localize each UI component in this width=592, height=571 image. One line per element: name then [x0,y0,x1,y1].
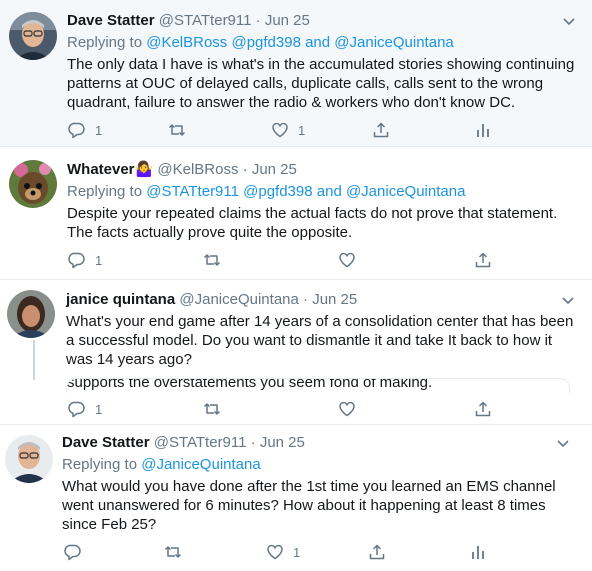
analytics-icon [472,546,484,559]
share-button[interactable] [474,400,492,418]
display-name[interactable]: Whatever [67,161,135,178]
like-count: 1 [298,122,306,138]
name-emoji: 🤷‍♀️ [134,161,154,178]
heart-icon [339,252,355,268]
reply-icon [68,252,85,269]
replying-to-link[interactable]: @KelBRoss @pgfd398 and @JaniceQuintana [146,34,454,51]
chevron-down-icon[interactable] [560,292,576,308]
reply-icon [68,122,85,139]
handle[interactable]: @KelBRoss [157,161,238,178]
tweet[interactable]: Whatever🤷‍♀️ @KelBRoss · Jun 25 Replying… [0,147,592,280]
separator: · [303,291,309,308]
tweet[interactable]: Dave Statter @STATter911 · Jun 25 Replyi… [0,425,592,571]
share-button[interactable] [368,543,386,561]
reply-count: 1 [95,252,103,268]
share-button[interactable] [372,121,390,139]
reply-icon [64,544,81,561]
thread-line [33,340,35,380]
replying-prefix: Replying to [62,456,138,473]
chevron-down-icon[interactable] [561,13,577,29]
chevron-down-icon[interactable] [555,435,571,451]
analytics-button[interactable] [474,121,492,139]
like-count: 1 [293,544,301,560]
tweet[interactable]: janice quintana @JaniceQuintana · Jun 25… [0,280,592,425]
avatar[interactable] [9,160,57,208]
like-button[interactable] [338,251,356,269]
timestamp[interactable]: Jun 25 [252,161,297,178]
heart-icon [339,401,355,417]
reply-button[interactable]: 1 [68,251,102,269]
share-icon [475,401,491,417]
separator: · [242,161,248,178]
timestamp[interactable]: Jun 25 [260,434,305,451]
reply-icon [68,401,85,418]
tweet-header: Whatever🤷‍♀️ @KelBRoss · Jun 25 [67,160,297,180]
quoted-tweet-text: supports the overstatements you seem fon… [67,378,433,391]
like-button[interactable]: 1 [271,121,305,139]
retweet-button[interactable] [164,543,182,561]
handle[interactable]: @STATter911 [154,434,247,451]
tweet-text: Despite your repeated claims the actual … [67,205,558,241]
avatar[interactable] [5,435,53,483]
replying-prefix: Replying to [67,34,143,51]
like-button[interactable]: 1 [266,543,300,561]
replying-to-link[interactable]: @JaniceQuintana [141,456,260,473]
tweet-header: Dave Statter @STATter911 · Jun 25 [67,11,310,31]
display-name[interactable]: Dave Statter [62,434,150,451]
avatar[interactable] [7,290,55,338]
tweet-header: janice quintana @JaniceQuintana · Jun 25 [66,290,357,310]
quoted-tweet-peek[interactable]: supports the overstatements you seem fon… [66,378,570,393]
analytics-button[interactable] [469,543,487,561]
share-icon [373,122,389,138]
reply-count: 1 [95,122,103,138]
retweet-icon [168,124,186,136]
reply-count: 1 [95,401,103,417]
analytics-icon [477,124,489,137]
share-button[interactable] [474,251,492,269]
replying-to: Replying to @STATter911 @pgfd398 and @Ja… [67,182,465,202]
replying-prefix: Replying to [67,183,143,200]
like-button[interactable] [338,400,356,418]
retweet-button[interactable] [203,400,221,418]
tweet-text: What would you have done after the 1st t… [62,478,556,533]
separator: · [255,12,261,29]
retweet-button[interactable] [203,251,221,269]
reply-button[interactable]: 1 [68,400,102,418]
display-name[interactable]: Dave Statter [67,12,155,29]
share-icon [369,544,385,560]
handle[interactable]: @JaniceQuintana [179,291,298,308]
reply-button[interactable] [64,543,82,561]
retweet-button[interactable] [168,121,186,139]
heart-icon [267,544,283,560]
tweet[interactable]: Dave Statter @STATter911 · Jun 25 Replyi… [0,0,592,147]
retweet-icon [203,403,221,415]
reply-button[interactable]: 1 [68,121,102,139]
retweet-icon [164,546,182,558]
timestamp[interactable]: Jun 25 [265,12,310,29]
handle[interactable]: @STATter911 [159,12,252,29]
tweet-header: Dave Statter @STATter911 · Jun 25 [62,433,305,453]
heart-icon [272,122,288,138]
separator: · [250,434,256,451]
share-icon [475,252,491,268]
retweet-icon [203,254,221,266]
replying-to-link[interactable]: @STATter911 @pgfd398 and @JaniceQuintana [146,183,465,200]
tweet-text: What's your end game after 14 years of a… [66,313,574,368]
tweet-text: The only data I have is what's in the ac… [67,56,575,111]
replying-to: Replying to @JaniceQuintana [62,455,261,475]
avatar[interactable] [9,12,57,60]
timestamp[interactable]: Jun 25 [312,291,357,308]
replying-to: Replying to @KelBRoss @pgfd398 and @Jani… [67,33,454,53]
display-name[interactable]: janice quintana [66,291,175,308]
